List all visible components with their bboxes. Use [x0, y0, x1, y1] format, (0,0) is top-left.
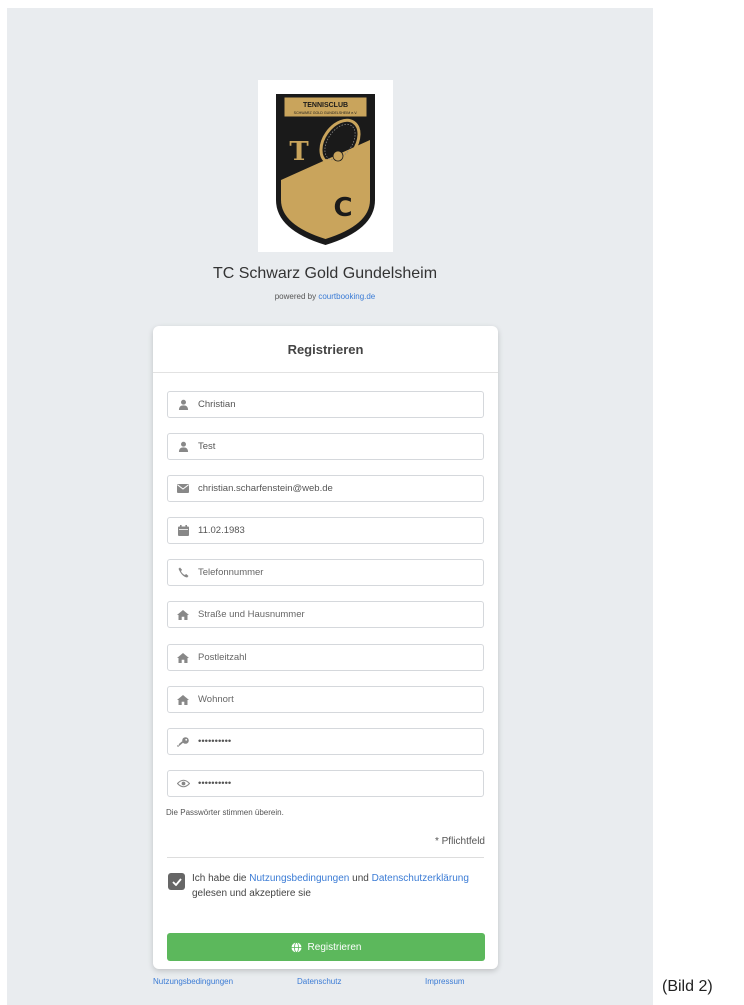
register-button-label: Registrieren: [307, 941, 362, 953]
logo-banner-line1: TENNISCLUB: [303, 102, 348, 109]
password-match-hint: Die Passwörter stimmen überein.: [166, 808, 284, 817]
user-icon: [172, 399, 194, 410]
divider: [167, 857, 484, 858]
birthdate-input[interactable]: [194, 518, 483, 543]
user-icon: [172, 441, 194, 452]
eye-icon: [172, 779, 194, 788]
password-input[interactable]: [194, 729, 483, 754]
postal-code-field[interactable]: [167, 644, 484, 671]
phone-input[interactable]: [194, 560, 483, 585]
club-logo-emblem: TENNISCLUB SCHWARZ GOLD GUNDELSHEIM e.V.…: [276, 94, 375, 245]
privacy-policy-link[interactable]: Datenschutzerklärung: [372, 873, 469, 884]
home-icon: [172, 609, 194, 620]
email-field[interactable]: [167, 475, 484, 502]
city-field[interactable]: [167, 686, 484, 713]
footer-link-privacy[interactable]: Datenschutz: [297, 977, 341, 986]
required-note: * Pflichtfeld: [434, 836, 485, 847]
password-field[interactable]: [167, 728, 484, 755]
image-caption: (Bild 2): [662, 978, 713, 995]
courtbooking-link[interactable]: courtbooking.de: [318, 292, 375, 301]
first-name-input[interactable]: [194, 392, 483, 417]
terms-suffix: gelesen und akzeptiere sie: [192, 888, 311, 899]
street-field[interactable]: [167, 601, 484, 628]
footer-link-terms[interactable]: Nutzungsbedingungen: [153, 977, 233, 986]
registration-card: Registrieren Christian Test christian.sc…: [153, 326, 498, 969]
key-icon: [172, 736, 194, 747]
club-logo: TENNISCLUB SCHWARZ GOLD GUNDELSHEIM e.V.…: [258, 80, 393, 252]
logo-letter-c: C: [333, 193, 352, 223]
powered-by: powered by courtbooking.de: [150, 292, 500, 301]
powered-by-prefix: powered by: [274, 292, 319, 301]
club-name: TC Schwarz Gold Gundelsheim: [212, 265, 438, 282]
form-title: Registrieren: [153, 326, 498, 373]
first-name-field[interactable]: [167, 391, 484, 418]
last-name-input[interactable]: [194, 434, 483, 459]
home-icon: [172, 694, 194, 705]
phone-field[interactable]: [167, 559, 484, 586]
city-input[interactable]: [194, 687, 483, 712]
terms-checkbox[interactable]: [168, 873, 185, 890]
birthdate-field[interactable]: [167, 517, 484, 544]
register-button[interactable]: Registrieren: [167, 933, 485, 961]
postal-code-input[interactable]: [194, 645, 483, 670]
phone-icon: [172, 567, 194, 578]
calendar-icon: [172, 525, 194, 536]
home-icon: [172, 652, 194, 663]
globe-icon: [291, 941, 302, 953]
logo-banner-line2: SCHWARZ GOLD GUNDELSHEIM e.V.: [294, 111, 358, 115]
terms-prefix: Ich habe die: [192, 873, 250, 884]
terms-text: Ich habe die Nutzungsbedingungen und Dat…: [192, 871, 482, 901]
password-repeat-field[interactable]: [167, 770, 484, 797]
password-repeat-input[interactable]: [194, 771, 483, 796]
email-input[interactable]: [194, 476, 483, 501]
last-name-field[interactable]: [167, 433, 484, 460]
terms-of-use-link[interactable]: Nutzungsbedingungen: [249, 873, 349, 884]
terms-middle: und: [349, 873, 372, 884]
street-input[interactable]: [194, 602, 483, 627]
footer-link-imprint[interactable]: Impressum: [425, 977, 465, 986]
logo-letter-t: T: [289, 137, 309, 167]
envelope-icon: [172, 484, 194, 493]
check-icon: [171, 877, 182, 886]
